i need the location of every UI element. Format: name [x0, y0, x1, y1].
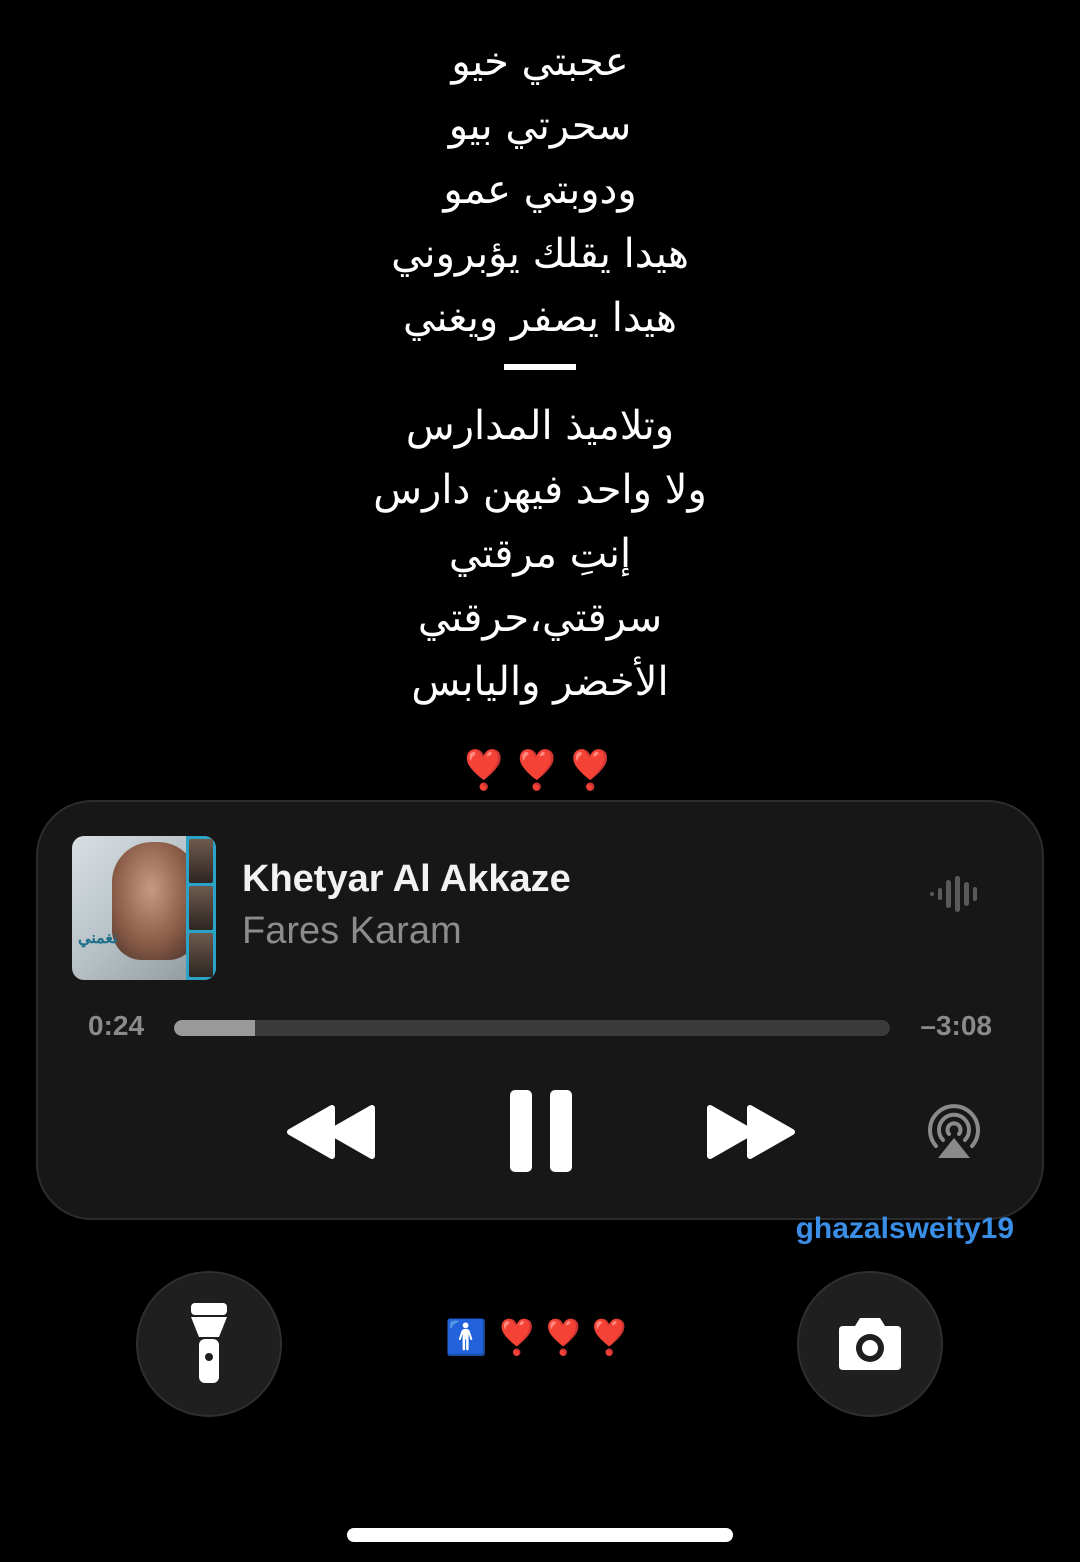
progress-fill [174, 1020, 255, 1036]
hearts-decoration: ❣️❣️❣️ [460, 748, 620, 792]
airplay-audio-icon[interactable] [924, 1102, 984, 1162]
flashlight-button[interactable] [136, 1271, 282, 1417]
person-icon: 🚹 [445, 1318, 492, 1358]
progress-scrubber[interactable] [174, 1020, 890, 1036]
lyric-line: إنتِ مرقتي [448, 531, 632, 577]
lyric-line: الأخضر واليابس [411, 659, 669, 705]
flashlight-icon [191, 1303, 227, 1383]
lock-screen: عجبتي خيو سحرتي بيو ودوبتي عمو هيدا يقلك… [0, 0, 1080, 1562]
lyric-line: هيدا يقلك يؤبروني [391, 231, 689, 277]
album-artwork[interactable]: نغمني [72, 836, 216, 980]
pause-icon[interactable] [508, 1088, 574, 1174]
song-artist: Fares Karam [242, 910, 462, 952]
lyric-line: هيدا يصفر ويغني [403, 295, 677, 341]
lyric-line: سحرتي بيو [448, 103, 632, 149]
lyrics-divider [504, 364, 576, 370]
artwork-label: نغمني [78, 928, 118, 947]
lyric-line: ودوبتي عمو [443, 167, 637, 213]
lyric-line: عجبتي خيو [451, 39, 629, 85]
lyric-line: وتلاميذ المدارس [405, 403, 675, 449]
lyrics-block-2: وتلاميذ المدارس ولا واحد فيهن دارس إنتِ … [0, 394, 1080, 714]
remaining-time: –3:08 [920, 1010, 992, 1041]
lyrics-block-1: عجبتي خيو سحرتي بيو ودوبتي عمو هيدا يقلك… [0, 30, 1080, 350]
elapsed-time: 0:24 [88, 1010, 145, 1041]
now-playing-card[interactable]: نغمني Khetyar Al Akkaze Fares Karam 0:24… [36, 800, 1044, 1220]
lyric-line: ولا واحد فيهن دارس [373, 467, 707, 513]
lyric-line: سرقتي،حرقتي [417, 595, 663, 641]
home-indicator[interactable] [347, 1528, 733, 1542]
watermark-username: ghazalsweity19 [795, 1212, 1014, 1245]
song-title: Khetyar Al Akkaze [242, 858, 571, 900]
artwork-strip [186, 836, 216, 980]
waveform-icon[interactable] [928, 874, 984, 914]
fast-forward-icon[interactable] [704, 1104, 796, 1160]
rewind-icon[interactable] [286, 1104, 378, 1160]
status-indicators: 🚹 ❣️❣️❣️ [440, 1318, 640, 1368]
hearts-status: ❣️❣️❣️ [495, 1318, 635, 1358]
camera-icon [839, 1318, 901, 1370]
camera-button[interactable] [797, 1271, 943, 1417]
lyrics-overlay: عجبتي خيو سحرتي بيو ودوبتي عمو هيدا يقلك… [0, 30, 1080, 714]
